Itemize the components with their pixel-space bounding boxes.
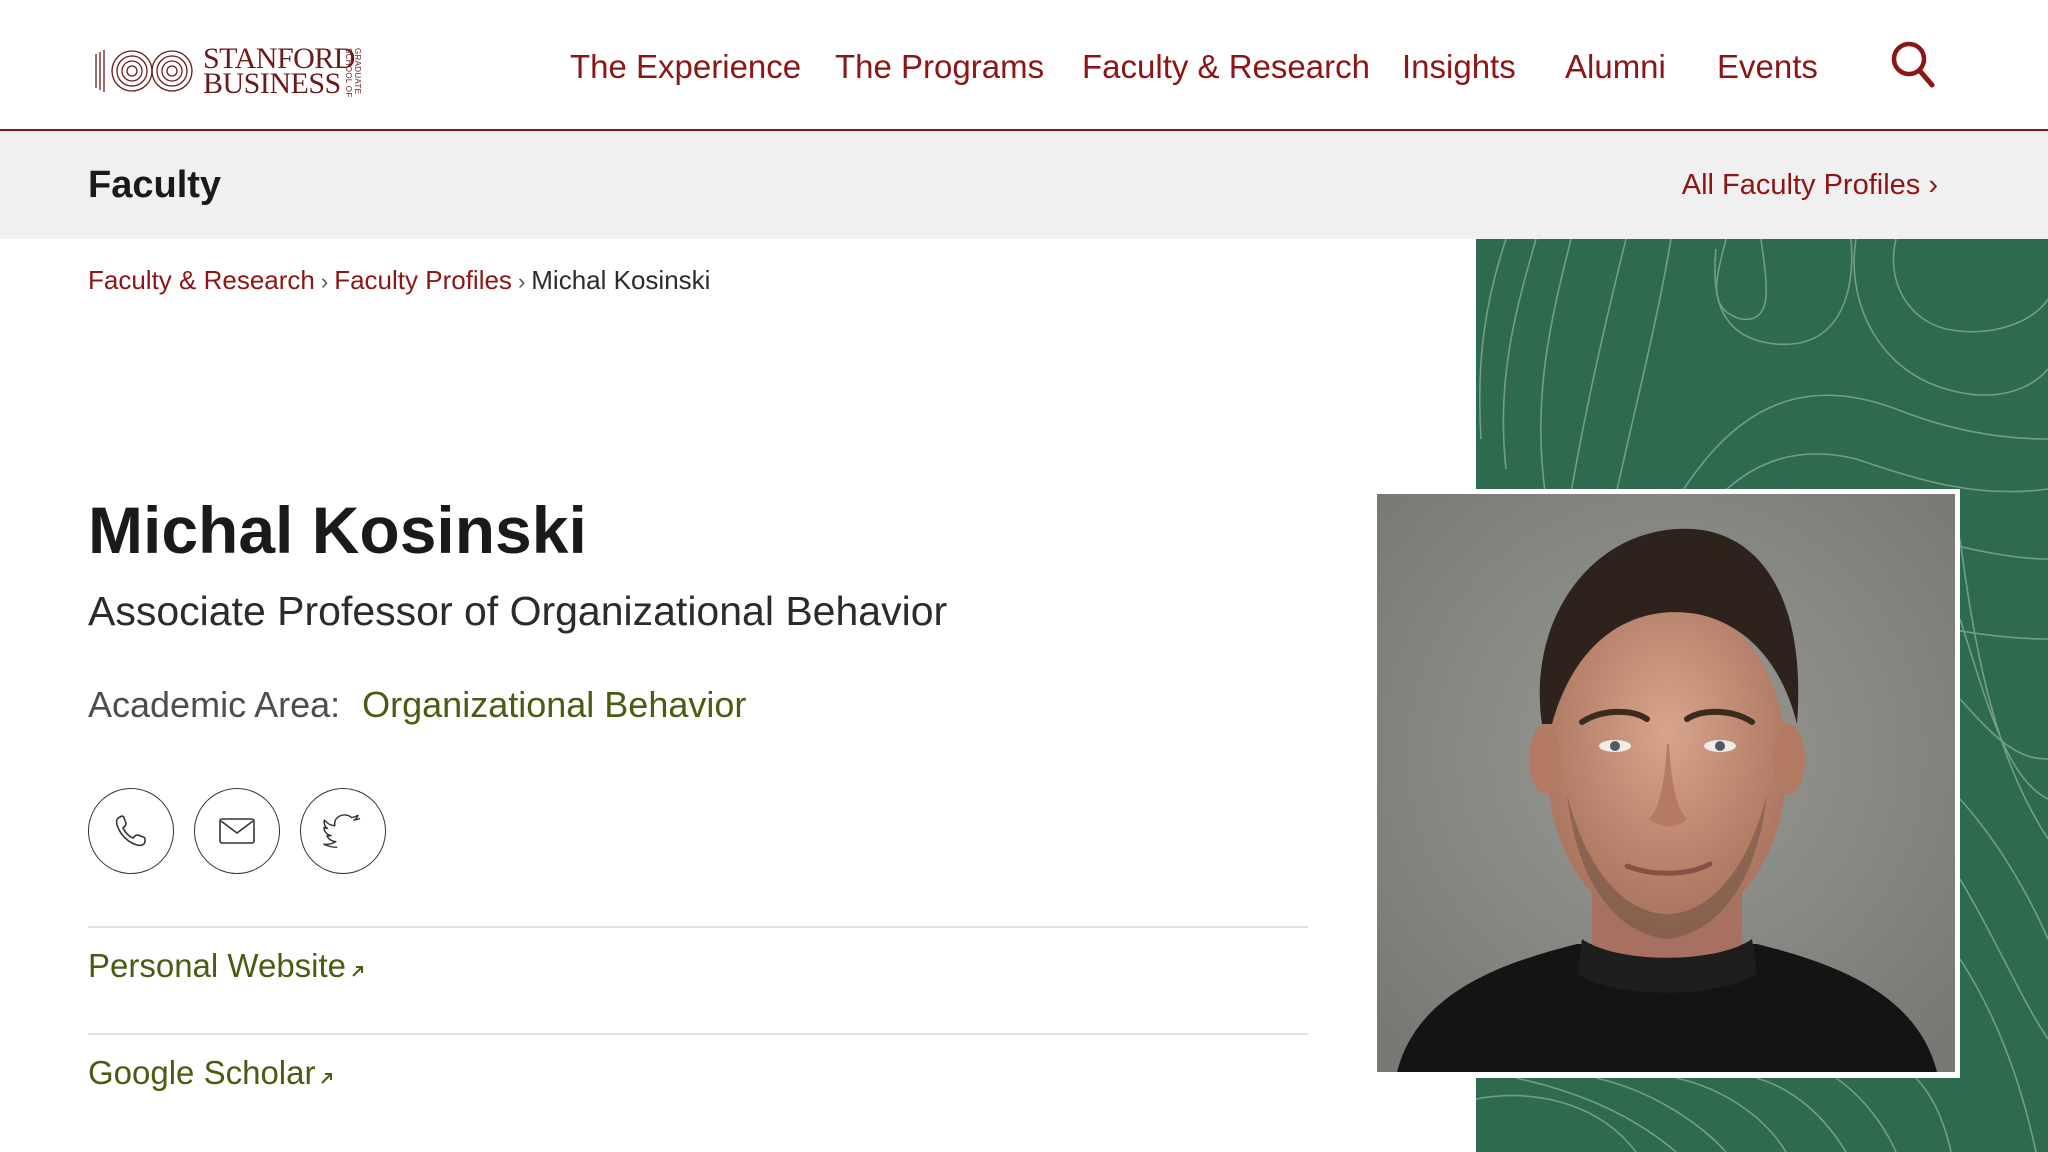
nav-item-alumni[interactable]: Alumni bbox=[1565, 44, 1666, 90]
academic-area: Academic Area: Organizational Behavior bbox=[88, 681, 746, 729]
breadcrumb-current: Michal Kosinski bbox=[531, 265, 711, 295]
nav-item-events[interactable]: Events bbox=[1717, 44, 1818, 90]
personal-website-label: Personal Website bbox=[88, 947, 347, 984]
twitter-button[interactable] bbox=[300, 788, 386, 874]
nav-item-experience[interactable]: The Experience bbox=[570, 44, 801, 90]
academic-area-label: Academic Area: bbox=[88, 684, 341, 725]
site-header: STANFORD BUSINESS GRADUATE SCHOOL OF The… bbox=[0, 0, 2048, 131]
nav-item-faculty-research[interactable]: Faculty & Research bbox=[1082, 44, 1370, 90]
breadcrumb-faculty-profiles[interactable]: Faculty Profiles bbox=[334, 265, 512, 295]
google-scholar-label: Google Scholar bbox=[88, 1054, 316, 1091]
profile-name: Michal Kosinski bbox=[88, 493, 587, 567]
external-link-icon bbox=[352, 966, 364, 977]
section-bar: Faculty All Faculty Profiles › bbox=[0, 131, 2048, 239]
breadcrumb-faculty-research[interactable]: Faculty & Research bbox=[88, 265, 315, 295]
academic-area-link[interactable]: Organizational Behavior bbox=[362, 684, 746, 725]
breadcrumb: Faculty & Research › Faculty Profiles › Mich… bbox=[88, 262, 710, 300]
profile-photo bbox=[1377, 494, 1955, 1072]
divider bbox=[88, 926, 1308, 928]
email-icon bbox=[219, 818, 255, 844]
contact-icons bbox=[88, 788, 386, 874]
email-button[interactable] bbox=[194, 788, 280, 874]
external-link-icon bbox=[321, 1073, 333, 1084]
google-scholar-link[interactable]: Google Scholar bbox=[88, 1051, 335, 1095]
nav-item-insights[interactable]: Insights bbox=[1402, 44, 1516, 90]
profile-photo-frame bbox=[1372, 489, 1960, 1078]
all-faculty-profiles-link[interactable]: All Faculty Profiles › bbox=[1682, 165, 1938, 205]
search-icon[interactable] bbox=[1890, 40, 1936, 90]
twitter-icon bbox=[323, 814, 361, 848]
breadcrumb-separator: › bbox=[320, 269, 329, 294]
nav-item-programs[interactable]: The Programs bbox=[835, 44, 1044, 90]
section-title: Faculty bbox=[88, 164, 222, 206]
divider bbox=[88, 1033, 1308, 1035]
profile-title: Associate Professor of Organizational Be… bbox=[88, 588, 948, 634]
breadcrumb-separator: › bbox=[517, 269, 526, 294]
portrait-illustration bbox=[1377, 494, 1955, 1072]
phone-icon bbox=[115, 815, 146, 847]
main-nav: The Experience The Programs Faculty & Re… bbox=[0, 44, 2048, 90]
personal-website-link[interactable]: Personal Website bbox=[88, 944, 366, 988]
phone-button[interactable] bbox=[88, 788, 174, 874]
